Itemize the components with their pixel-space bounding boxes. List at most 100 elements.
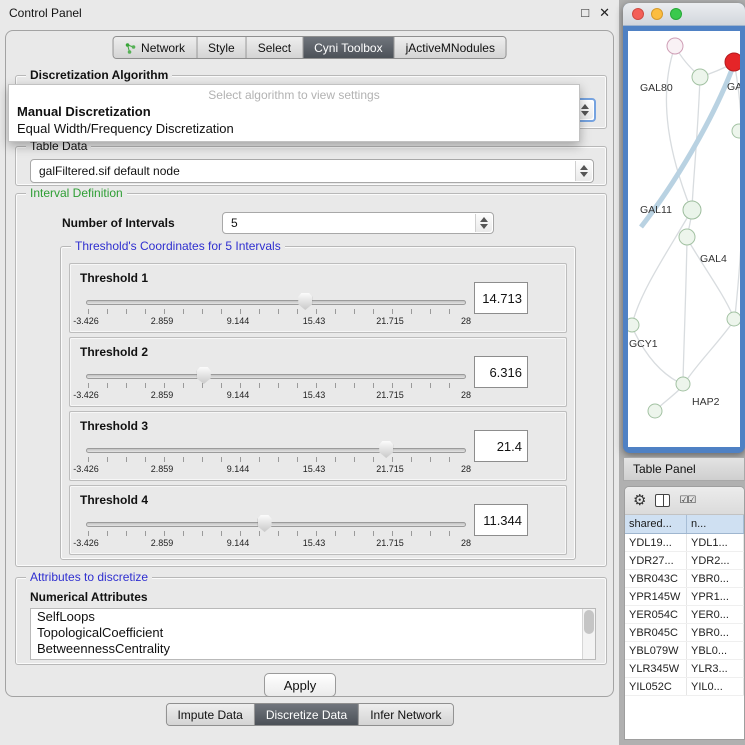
dropdown-option-equal-width-frequency[interactable]: Equal Width/Frequency Discretization [9, 120, 579, 137]
table-cell[interactable]: YDL19... [625, 534, 687, 551]
table-cell[interactable]: YDR27... [625, 552, 687, 569]
network-node[interactable] [683, 201, 701, 219]
dropdown-option-manual-discretization[interactable]: Manual Discretization [9, 103, 579, 120]
slider-thumb[interactable] [197, 367, 211, 384]
float-icon[interactable]: □ [581, 5, 589, 21]
table-cell[interactable]: YBL0... [687, 642, 744, 659]
column-header[interactable]: shared... [625, 515, 687, 533]
table-cell[interactable]: YBR0... [687, 570, 744, 587]
num-intervals-combo[interactable]: 5 [222, 212, 494, 234]
network-canvas[interactable]: GAL80 GA GAL11 GAL4 GCY1 HAP2 [628, 31, 740, 447]
table-row[interactable]: YDR27... YDR2... [625, 552, 744, 570]
table-cell[interactable]: YLR345W [625, 660, 687, 677]
node-label: GAL80 [640, 82, 673, 94]
slider-thumb[interactable] [258, 515, 272, 532]
threshold-slider[interactable]: -3.426 2.859 9.144 15.43 21.715 28 [86, 440, 466, 480]
network-node[interactable] [667, 38, 683, 54]
close-icon[interactable]: ✕ [599, 5, 610, 21]
close-traffic-light-icon[interactable] [632, 8, 644, 20]
table-cell[interactable]: YPR145W [625, 588, 687, 605]
algorithm-dropdown-popup: Select algorithm to view settings Manual… [8, 84, 580, 142]
bottom-tabstrip: Impute Data Discretize Data Infer Networ… [165, 703, 453, 726]
network-edge[interactable] [688, 240, 733, 316]
table-row[interactable]: YER054C YER0... [625, 606, 744, 624]
list-scrollbar[interactable] [582, 609, 595, 659]
column-header[interactable]: n... [687, 515, 744, 533]
scrollbar-thumb[interactable] [584, 610, 594, 634]
slider-track[interactable] [86, 374, 466, 379]
stepper-icon [575, 161, 592, 181]
table-cell[interactable]: YBR045C [625, 624, 687, 641]
table-cell[interactable]: YBL079W [625, 642, 687, 659]
network-edge[interactable] [735, 67, 740, 316]
table-cell[interactable]: YBR0... [687, 624, 744, 641]
window-controls: □ ✕ [581, 5, 610, 21]
minimize-traffic-light-icon[interactable] [651, 8, 663, 20]
threshold-value-field[interactable]: 6.316 [474, 356, 528, 388]
network-node[interactable] [692, 69, 708, 85]
network-node[interactable] [732, 124, 740, 138]
tab-style[interactable]: Style [197, 37, 247, 58]
network-edge[interactable] [657, 387, 682, 409]
node-label: GA [727, 81, 740, 93]
threshold-label: Threshold 2 [80, 345, 148, 359]
table-row[interactable]: YLR345W YLR3... [625, 660, 744, 678]
network-node[interactable] [648, 404, 662, 418]
table-row[interactable]: YDL19... YDL1... [625, 534, 744, 552]
threshold-value-field[interactable]: 21.4 [474, 430, 528, 462]
tab-cyni-toolbox[interactable]: Cyni Toolbox [303, 37, 394, 58]
threshold-value-field[interactable]: 11.344 [474, 504, 528, 536]
tab-select[interactable]: Select [247, 37, 303, 58]
slider-ticks [88, 309, 464, 314]
network-node[interactable] [628, 318, 639, 332]
list-item[interactable]: SelfLoops [31, 609, 595, 625]
table-cell[interactable]: YIL0... [687, 678, 744, 695]
network-node[interactable] [676, 377, 690, 391]
combo-value: galFiltered.sif default node [39, 164, 180, 178]
tab-network[interactable]: Network [113, 37, 197, 58]
table-cell[interactable]: YER0... [687, 606, 744, 623]
table-row[interactable]: YIL052C YIL0... [625, 678, 744, 696]
slider-thumb[interactable] [298, 293, 312, 310]
slider-thumb[interactable] [379, 441, 393, 458]
network-node[interactable] [727, 312, 740, 326]
network-edge[interactable] [683, 240, 687, 381]
table-panel-window: ⚙ ☑☑ shared... n... YDL19... YDL1... YDR… [624, 486, 745, 740]
network-window-titlebar[interactable] [623, 3, 745, 26]
table-row[interactable]: YPR145W YPR1... [625, 588, 744, 606]
table-row[interactable]: YBL079W YBL0... [625, 642, 744, 660]
table-cell[interactable]: YDL1... [687, 534, 744, 551]
table-row[interactable]: YBR043C YBR0... [625, 570, 744, 588]
threshold-slider[interactable]: -3.426 2.859 9.144 15.43 21.715 28 [86, 292, 466, 332]
table-cell[interactable]: YBR043C [625, 570, 687, 587]
table-cell[interactable]: YER054C [625, 606, 687, 623]
slider-track[interactable] [86, 448, 466, 453]
table-cell[interactable]: YPR1... [687, 588, 744, 605]
network-node[interactable] [679, 229, 695, 245]
table-data-combo[interactable]: galFiltered.sif default node [30, 159, 594, 183]
network-edge[interactable] [686, 322, 733, 381]
network-edge[interactable] [633, 213, 690, 321]
checkbox-pair-icon[interactable]: ☑☑ [679, 495, 695, 506]
list-item[interactable]: TopologicalCoefficient [31, 625, 595, 641]
threshold-value-field[interactable]: 14.713 [474, 282, 528, 314]
table-row[interactable]: YBR045C YBR0... [625, 624, 744, 642]
table-cell[interactable]: YLR3... [687, 660, 744, 677]
tab-discretize-data[interactable]: Discretize Data [255, 704, 359, 725]
zoom-traffic-light-icon[interactable] [670, 8, 682, 20]
threshold-slider[interactable]: -3.426 2.859 9.144 15.43 21.715 28 [86, 366, 466, 406]
tab-jactivemnodules[interactable]: jActiveMNodules [395, 37, 506, 58]
list-item[interactable]: BetweennessCentrality [31, 641, 595, 657]
slider-track[interactable] [86, 522, 466, 527]
table-cell[interactable]: YIL052C [625, 678, 687, 695]
gear-icon[interactable]: ⚙ [633, 493, 646, 508]
threshold-slider[interactable]: -3.426 2.859 9.144 15.43 21.715 28 [86, 514, 466, 554]
selected-network-node[interactable] [725, 53, 740, 71]
table-cell[interactable]: YDR2... [687, 552, 744, 569]
tab-impute-data[interactable]: Impute Data [166, 704, 254, 725]
scale-label: 15.43 [303, 464, 326, 474]
slider-track[interactable] [86, 300, 466, 305]
columns-icon[interactable] [655, 494, 670, 507]
tab-infer-network[interactable]: Infer Network [359, 704, 452, 725]
apply-button[interactable]: Apply [264, 673, 336, 697]
